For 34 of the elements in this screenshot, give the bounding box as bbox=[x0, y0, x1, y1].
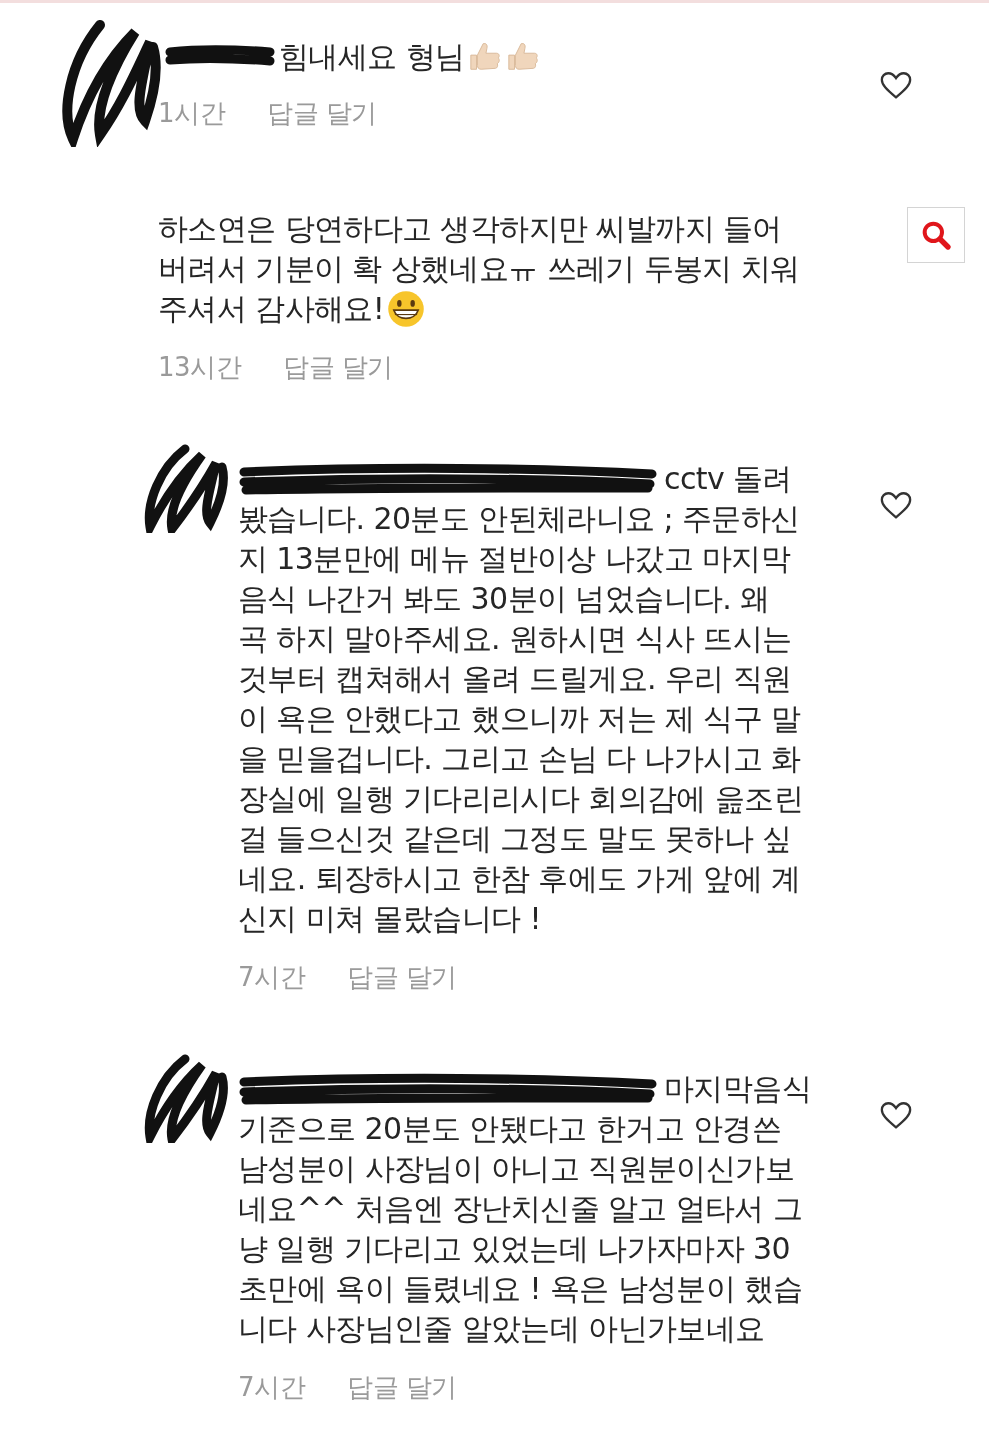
comment-text: 마지막음식 bbox=[664, 1070, 811, 1108]
comment-text: 네요^^ 처음엔 장난치신줄 알고 얼타서 그 bbox=[238, 1190, 803, 1228]
reply-link[interactable]: 답글 달기 bbox=[267, 95, 377, 131]
comment-text: 주셔서 감사해요! bbox=[158, 290, 385, 328]
comment-text: 네요. 퇴장하시고 한참 후에도 가게 앞에 계 bbox=[238, 860, 801, 898]
search-icon bbox=[920, 219, 952, 251]
comment-text: 을 믿을겁니다. 그리고 손님 다 나가시고 화 bbox=[238, 740, 801, 778]
comment-text: 이 욕은 안했다고 했으니까 저는 제 식구 말 bbox=[238, 700, 801, 738]
comment-text: 걸 들으신것 같은데 그정도 말도 못하나 싶 bbox=[238, 820, 792, 858]
comment-text: 남성분이 사장님이 아니고 직원분이신가보 bbox=[238, 1150, 794, 1188]
comment-text: 것부터 캡쳐해서 올려 드릴게요. 우리 직원 bbox=[238, 660, 792, 698]
reply-link[interactable]: 답글 달기 bbox=[283, 349, 393, 385]
comment-text: 기준으로 20분도 안됐다고 한거고 안경쓴 bbox=[238, 1110, 782, 1148]
comment-text: cctv 돌려 bbox=[664, 460, 792, 498]
comment-text: 장실에 일행 기다리리시다 회의감에 읊조린 bbox=[238, 780, 803, 818]
comment-text: 니다 사장님인줄 알았는데 아닌가보네요 bbox=[238, 1310, 765, 1348]
comment-text: 지 13분만에 메뉴 절반이상 나갔고 마지막 bbox=[238, 540, 791, 578]
reply-link[interactable]: 답글 달기 bbox=[347, 959, 457, 995]
comment-text: 신지 미쳐 몰랐습니다 ! bbox=[238, 900, 541, 938]
comment-time: 1시간 bbox=[158, 96, 226, 130]
comment-text: 힘내세요 형님 bbox=[279, 38, 465, 76]
reply-link[interactable]: 답글 달기 bbox=[347, 1369, 457, 1405]
comment-text: 봤습니다. 20분도 안된체라니요 ; 주문하신 bbox=[238, 500, 800, 538]
comment-time: 13시간 bbox=[158, 350, 242, 384]
comment-time: 7시간 bbox=[238, 960, 306, 994]
search-button[interactable] bbox=[907, 207, 965, 263]
comment-text: 버려서 기분이 확 상했네요ㅠ 쓰레기 두봉지 치워 bbox=[158, 250, 800, 288]
comment-text: 음식 나간거 봐도 30분이 넘었습니다. 왜 bbox=[238, 580, 770, 618]
grinning-face-icon bbox=[386, 289, 427, 329]
comment-time: 7시간 bbox=[238, 1370, 306, 1404]
comment-text: 하소연은 당연하다고 생각하지만 씨발까지 들어 bbox=[158, 210, 782, 248]
comment-text: 초만에 욕이 들렸네요 ! 욕은 남성분이 했습 bbox=[238, 1270, 803, 1308]
comment-text: 곡 하지 말아주세요. 원하시면 식사 뜨시는 bbox=[238, 620, 792, 658]
comment-text: 냥 일행 기다리고 있었는데 나가자마자 30 bbox=[238, 1230, 791, 1268]
